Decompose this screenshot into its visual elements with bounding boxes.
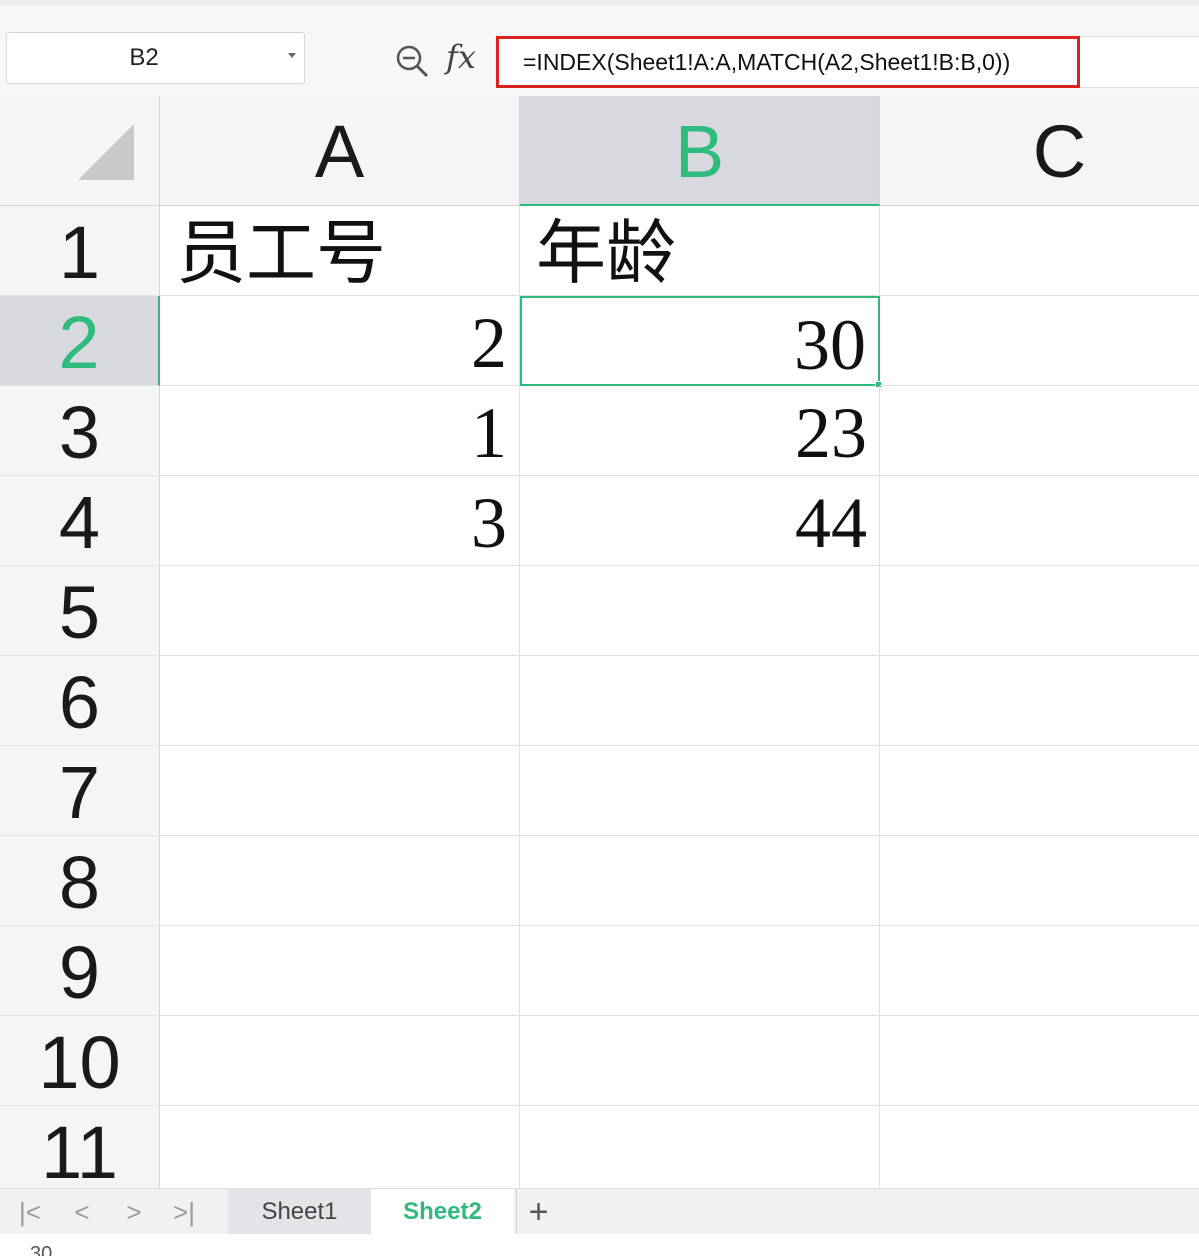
- spreadsheet-grid: A B C 1 员工号 年龄 2 2 30 3 1 23 4 3 44 5 6 7 8 9 10 11: [0, 96, 1199, 1188]
- cell-b6[interactable]: [520, 656, 880, 746]
- cell-c4[interactable]: [880, 476, 1199, 566]
- formula-bar: B2 fx =INDEX(Sheet1!A:A,MATCH(A2,Sheet1!…: [0, 0, 1199, 96]
- row-header-3[interactable]: 3: [0, 386, 160, 476]
- cell-b7[interactable]: [520, 746, 880, 836]
- caret-down-icon[interactable]: [288, 53, 296, 58]
- column-header-b[interactable]: B: [520, 96, 880, 206]
- select-all-triangle-icon: [78, 124, 134, 180]
- cell-c7[interactable]: [880, 746, 1199, 836]
- last-sheet-button[interactable]: >|: [164, 1195, 204, 1229]
- cell-a6[interactable]: [160, 656, 520, 746]
- name-box[interactable]: B2: [6, 32, 305, 84]
- tab-sheet2[interactable]: Sheet2: [371, 1189, 514, 1235]
- cell-b3[interactable]: 23: [520, 386, 880, 476]
- cell-a7[interactable]: [160, 746, 520, 836]
- cell-a3[interactable]: 1: [160, 386, 520, 476]
- cell-a5[interactable]: [160, 566, 520, 656]
- cell-b8[interactable]: [520, 836, 880, 926]
- first-sheet-button[interactable]: |<: [10, 1195, 50, 1229]
- fx-icon[interactable]: fx: [446, 38, 476, 76]
- row-header-8[interactable]: 8: [0, 836, 160, 926]
- cell-c1[interactable]: [880, 206, 1199, 296]
- cell-c3[interactable]: [880, 386, 1199, 476]
- cell-c9[interactable]: [880, 926, 1199, 1016]
- row-header-4[interactable]: 4: [0, 476, 160, 566]
- row-header-5[interactable]: 5: [0, 566, 160, 656]
- cell-b10[interactable]: [520, 1016, 880, 1106]
- zoom-out-icon[interactable]: [395, 44, 429, 78]
- formula-input-extension[interactable]: [1080, 36, 1199, 88]
- cell-c2[interactable]: [880, 296, 1199, 386]
- formula-text: =INDEX(Sheet1!A:A,MATCH(A2,Sheet1!B:B,0)…: [523, 49, 1011, 75]
- prev-sheet-button[interactable]: <: [62, 1195, 102, 1229]
- cell-c11[interactable]: [880, 1106, 1199, 1188]
- column-header-c[interactable]: C: [880, 96, 1199, 206]
- cell-c8[interactable]: [880, 836, 1199, 926]
- row-header-10[interactable]: 10: [0, 1016, 160, 1106]
- cell-c6[interactable]: [880, 656, 1199, 746]
- cell-a1[interactable]: 员工号: [160, 206, 520, 296]
- row-header-1[interactable]: 1: [0, 206, 160, 296]
- tab-sheet1[interactable]: Sheet1: [228, 1189, 371, 1235]
- name-box-value: B2: [129, 44, 159, 71]
- column-header-a[interactable]: A: [160, 96, 520, 206]
- cell-a8[interactable]: [160, 836, 520, 926]
- cell-a11[interactable]: [160, 1106, 520, 1188]
- cell-b4[interactable]: 44: [520, 476, 880, 566]
- cell-b1[interactable]: 年龄: [520, 206, 880, 296]
- cell-c10[interactable]: [880, 1016, 1199, 1106]
- cell-b9[interactable]: [520, 926, 880, 1016]
- status-sum-value: 30: [30, 1243, 53, 1256]
- select-all-corner[interactable]: [0, 96, 160, 206]
- next-sheet-button[interactable]: >: [114, 1195, 154, 1229]
- row-header-9[interactable]: 9: [0, 926, 160, 1016]
- row-header-2[interactable]: 2: [0, 296, 160, 386]
- cell-b5[interactable]: [520, 566, 880, 656]
- cell-a9[interactable]: [160, 926, 520, 1016]
- row-header-6[interactable]: 6: [0, 656, 160, 746]
- cell-a10[interactable]: [160, 1016, 520, 1106]
- status-bar: 30: [0, 1234, 1199, 1256]
- cell-a4[interactable]: 3: [160, 476, 520, 566]
- add-sheet-button[interactable]: +: [516, 1189, 560, 1235]
- cell-b11[interactable]: [520, 1106, 880, 1188]
- sheet-tab-bar: |< < > >| Sheet1 Sheet2 +: [0, 1188, 1199, 1235]
- cell-b2[interactable]: 30: [520, 296, 880, 386]
- formula-input[interactable]: =INDEX(Sheet1!A:A,MATCH(A2,Sheet1!B:B,0)…: [496, 36, 1080, 88]
- cell-c5[interactable]: [880, 566, 1199, 656]
- row-header-11[interactable]: 11: [0, 1106, 160, 1188]
- row-header-7[interactable]: 7: [0, 746, 160, 836]
- cell-a2[interactable]: 2: [160, 296, 520, 386]
